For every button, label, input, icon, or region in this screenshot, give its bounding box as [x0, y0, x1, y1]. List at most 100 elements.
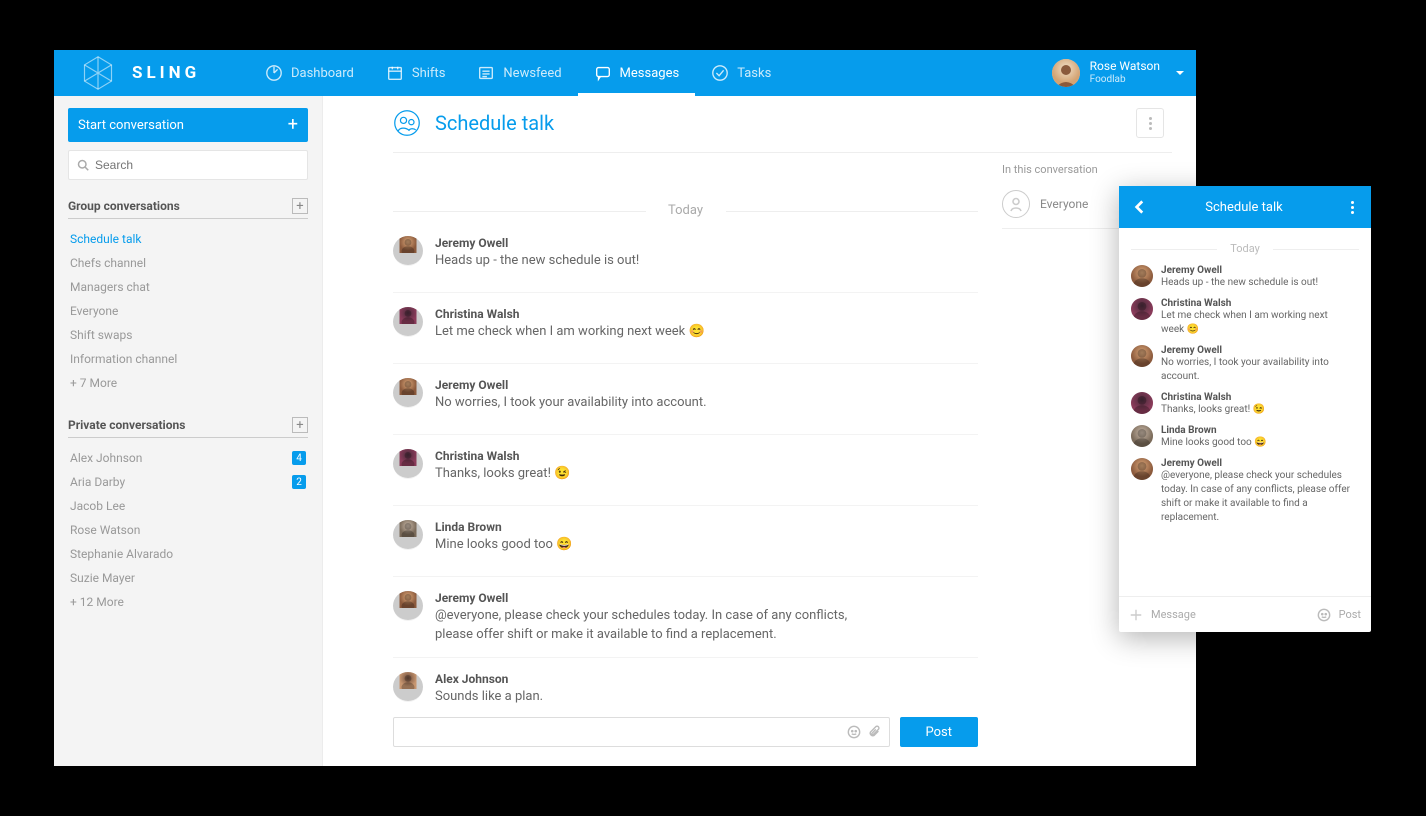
app-window: SLING DashboardShiftsNewsfeedMessagesTas…	[54, 50, 1196, 766]
emoji-icon[interactable]	[1317, 608, 1331, 622]
message-text: No worries, I took your availability int…	[435, 394, 707, 413]
message-sender: Christina Walsh	[1161, 392, 1265, 403]
mobile-composer[interactable]: Message Post	[1119, 596, 1371, 632]
user-name: Rose Watson	[1090, 60, 1160, 74]
group-conversations-title: Group conversations	[68, 199, 180, 213]
top-header: SLING DashboardShiftsNewsfeedMessagesTas…	[54, 50, 1196, 96]
logo[interactable]: SLING	[54, 55, 249, 91]
start-conversation-label: Start conversation	[78, 118, 184, 133]
sidebar-item[interactable]: Managers chat	[68, 275, 308, 299]
message-text: Sounds like a plan.	[435, 688, 543, 707]
avatar	[393, 307, 423, 337]
sidebar: Start conversation + Group conversations…	[54, 96, 322, 766]
today-divider: Today	[393, 203, 978, 218]
emoji-icon[interactable]	[847, 725, 861, 739]
group-icon	[393, 109, 421, 137]
mobile-more-button[interactable]	[1345, 201, 1359, 214]
user-menu[interactable]: Rose Watson Foodlab	[1052, 59, 1184, 87]
message: Christina WalshThanks, looks great! 😉	[393, 449, 978, 506]
mobile-post-label: Post	[1339, 608, 1361, 621]
message-list: Jeremy Owell Heads up - the new schedule …	[393, 236, 978, 713]
nav-messages[interactable]: Messages	[578, 50, 696, 96]
sidebar-item[interactable]: Suzie Mayer	[68, 566, 308, 590]
sidebar-item[interactable]: Shift swaps	[68, 323, 308, 347]
avatar	[1131, 425, 1153, 447]
avatar	[1131, 458, 1153, 480]
add-private-button[interactable]: +	[292, 417, 308, 433]
message-sender: Jeremy Owell	[1161, 265, 1318, 276]
sidebar-item[interactable]: Schedule talk	[68, 227, 308, 251]
unread-badge: 2	[292, 475, 306, 489]
chat-more-button[interactable]	[1136, 108, 1164, 138]
message: Christina WalshLet me check when I am wo…	[393, 307, 978, 364]
chat-main: Schedule talk Today Jeremy Owell Heads up…	[322, 96, 1196, 766]
message-sender: Linda Brown	[435, 520, 572, 534]
chat-title: Schedule talk	[435, 111, 554, 135]
sidebar-item[interactable]: Aria Darby2	[68, 470, 308, 494]
logo-text: SLING	[132, 63, 200, 83]
message-text: @everyone, please check your schedules t…	[435, 607, 855, 645]
message-text: Heads up - the new schedule is out!	[435, 252, 639, 271]
mobile-message: Christina WalshLet me check when I am wo…	[1131, 298, 1359, 337]
message: Linda Brown Mine looks good too 😄	[393, 520, 978, 577]
sidebar-item[interactable]: + 7 More	[68, 371, 308, 395]
search-input[interactable]	[95, 158, 299, 172]
compose-input[interactable]	[393, 717, 890, 747]
chat-area: Today Jeremy Owell Heads up - the new sch…	[347, 153, 1002, 747]
avatar	[393, 520, 423, 550]
group-conversation-list: Schedule talkChefs channelManagers chatE…	[68, 227, 308, 395]
message-text: Mine looks good too 😄	[435, 536, 572, 555]
avatar	[393, 378, 423, 408]
avatar	[393, 591, 423, 621]
nav-newsfeed[interactable]: Newsfeed	[461, 50, 577, 96]
sidebar-item[interactable]: Information channel	[68, 347, 308, 371]
user-text: Rose Watson Foodlab	[1090, 60, 1160, 85]
main-nav: DashboardShiftsNewsfeedMessagesTasks	[249, 50, 787, 96]
avatar	[1131, 298, 1153, 320]
message-sender: Jeremy Owell	[435, 378, 707, 392]
mobile-preview: Schedule talk Today Jeremy OwellHeads up…	[1119, 186, 1371, 632]
mobile-today-divider: Today	[1131, 242, 1359, 255]
message-sender: Linda Brown	[1161, 425, 1267, 436]
sidebar-item[interactable]: Chefs channel	[68, 251, 308, 275]
avatar	[393, 449, 423, 479]
message-text: Heads up - the new schedule is out!	[1161, 276, 1318, 290]
private-conversations-head: Private conversations +	[68, 417, 308, 438]
message-sender: Christina Walsh	[435, 449, 570, 463]
mobile-compose-placeholder: Message	[1151, 608, 1317, 621]
mobile-message: Jeremy OwellHeads up - the new schedule …	[1131, 265, 1359, 290]
start-conversation-button[interactable]: Start conversation +	[68, 108, 308, 142]
sidebar-item[interactable]: + 12 More	[68, 590, 308, 614]
nav-shifts[interactable]: Shifts	[370, 50, 462, 96]
mobile-title: Schedule talk	[1143, 200, 1345, 215]
message: Jeremy OwellHeads up - the new schedule …	[393, 236, 978, 293]
sidebar-item[interactable]: Stephanie Alvarado	[68, 542, 308, 566]
add-group-button[interactable]: +	[292, 198, 308, 214]
search-box[interactable]	[68, 150, 308, 180]
mobile-body: Today Jeremy OwellHeads up - the new sch…	[1119, 228, 1371, 596]
avatar	[1052, 59, 1080, 87]
mobile-message: Linda BrownMine looks good too 😄	[1131, 425, 1359, 450]
message: Alex JohnsonSounds like a plan.	[393, 672, 978, 713]
mobile-message-list: Jeremy OwellHeads up - the new schedule …	[1131, 265, 1359, 525]
post-button[interactable]: Post	[900, 717, 979, 747]
message-sender: Jeremy Owell	[435, 591, 855, 605]
sidebar-item[interactable]: Rose Watson	[68, 518, 308, 542]
nav-dashboard[interactable]: Dashboard	[249, 50, 370, 96]
avatar	[1131, 392, 1153, 414]
search-icon	[77, 159, 89, 171]
message-sender: Jeremy Owell	[1161, 345, 1351, 356]
sidebar-item[interactable]: Alex Johnson4	[68, 446, 308, 470]
attachment-icon[interactable]	[867, 725, 881, 739]
avatar	[393, 236, 423, 266]
private-conversation-list: Alex Johnson4Aria Darby2Jacob LeeRose Wa…	[68, 446, 308, 614]
sidebar-item[interactable]: Everyone	[68, 299, 308, 323]
private-conversations-title: Private conversations	[68, 418, 185, 432]
nav-tasks[interactable]: Tasks	[695, 50, 787, 96]
mobile-header: Schedule talk	[1119, 186, 1371, 228]
attachment-icon[interactable]	[1129, 608, 1143, 622]
message: Jeremy Owell @everyone, please check your…	[393, 591, 978, 658]
sidebar-item[interactable]: Jacob Lee	[68, 494, 308, 518]
message: Jeremy Owell No worries, I took your avai…	[393, 378, 978, 435]
message-text: @everyone, please check your schedules t…	[1161, 469, 1351, 525]
